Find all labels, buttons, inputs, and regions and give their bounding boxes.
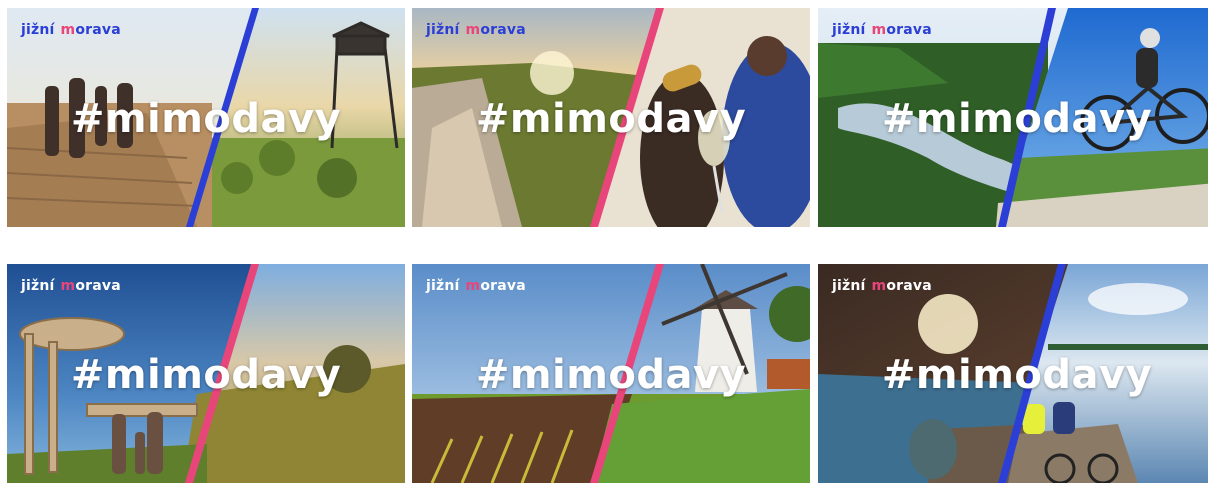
brand-m-letter: m — [60, 278, 76, 294]
brand-logo: jižní morava — [426, 278, 526, 294]
brand-word2: orava — [480, 22, 526, 38]
hashtag-text: #mimodavy — [70, 96, 342, 142]
tile-wooden-walkway[interactable]: jižní morava #mimodavy — [7, 264, 405, 483]
tile-lake-pier[interactable]: jižní morava #mimodavy — [818, 264, 1208, 483]
hashtag-text: #mimodavy — [881, 96, 1153, 142]
brand-m-letter: m — [60, 22, 76, 38]
brand-word2: orava — [886, 278, 932, 294]
brand-logo: jižní morava — [21, 22, 121, 38]
brand-word1: jižní — [426, 278, 460, 294]
brand-word2: orava — [75, 278, 121, 294]
hashtag-text: #mimodavy — [70, 352, 342, 398]
hashtag-text: #mimodavy — [881, 352, 1153, 398]
brand-word1: jižní — [832, 278, 866, 294]
brand-word2: orava — [886, 22, 932, 38]
hashtag-text: #mimodavy — [475, 352, 747, 398]
brand-word1: jižní — [832, 22, 866, 38]
hashtag-text: #mimodavy — [475, 96, 747, 142]
brand-m-letter: m — [465, 278, 481, 294]
tile-river-cyclist[interactable]: jižní morava #mimodavy — [818, 8, 1208, 227]
brand-logo: jižní morava — [426, 22, 526, 38]
tile-windmill-field[interactable]: jižní morava #mimodavy — [412, 264, 810, 483]
brand-word2: orava — [75, 22, 121, 38]
brand-m-letter: m — [871, 22, 887, 38]
brand-word2: orava — [480, 278, 526, 294]
brand-word1: jižní — [21, 22, 55, 38]
brand-word1: jižní — [21, 278, 55, 294]
tile-lookout-tower[interactable]: jižní morava #mimodavy — [7, 8, 405, 227]
campaign-image-grid: jižní morava #mimodavy jižní morava #mim… — [0, 0, 1208, 483]
brand-logo: jižní morava — [21, 278, 121, 294]
brand-m-letter: m — [871, 278, 887, 294]
brand-logo: jižní morava — [832, 22, 932, 38]
brand-m-letter: m — [465, 22, 481, 38]
tile-vineyard-wine[interactable]: jižní morava #mimodavy — [412, 8, 810, 227]
brand-word1: jižní — [426, 22, 460, 38]
brand-logo: jižní morava — [832, 278, 932, 294]
